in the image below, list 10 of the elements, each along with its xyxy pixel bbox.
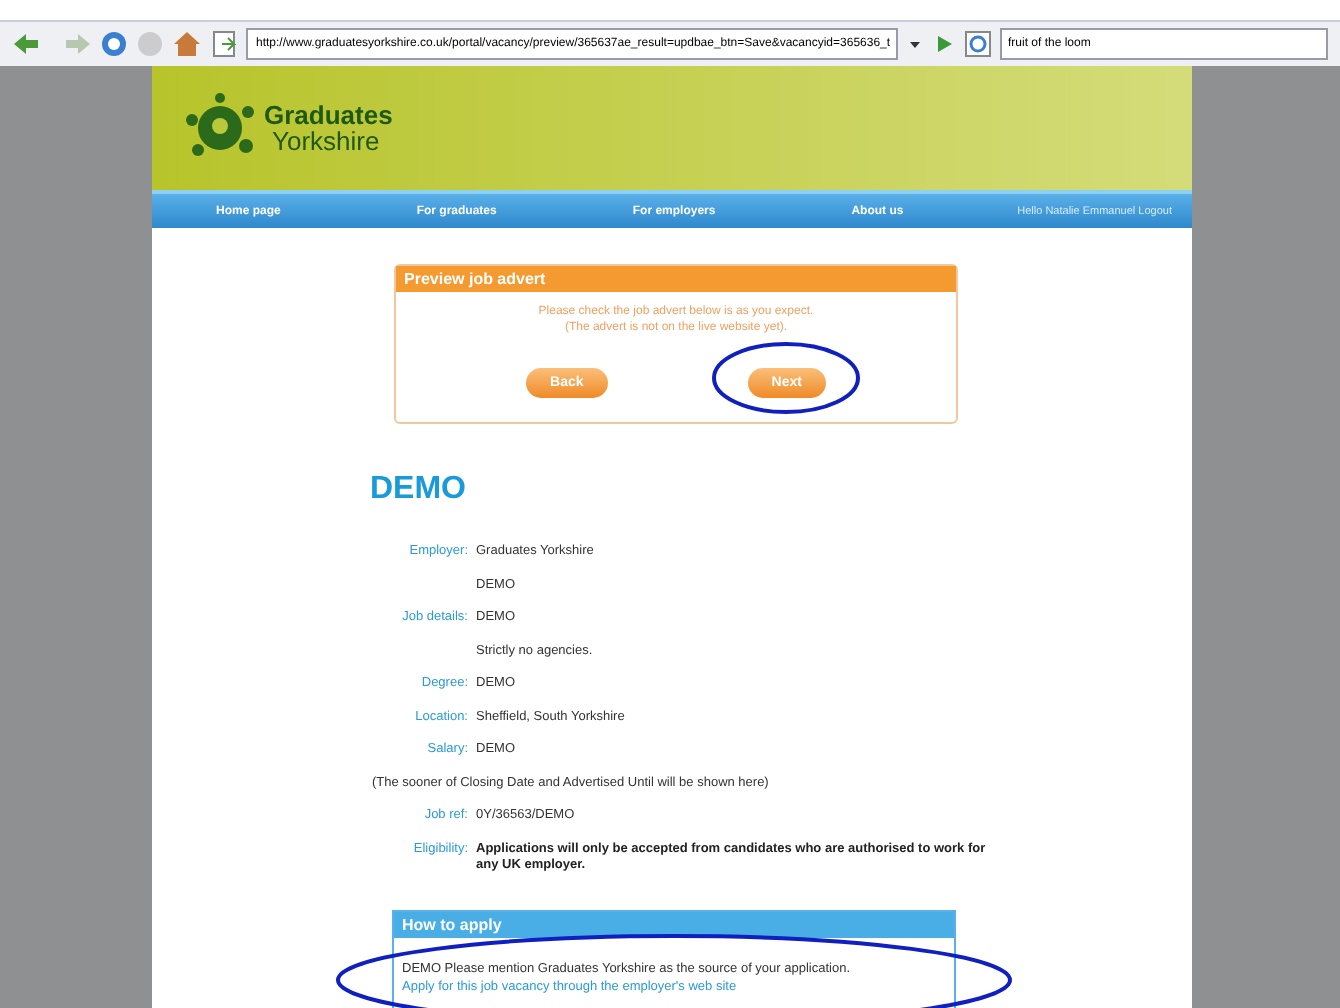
page-icon[interactable] bbox=[210, 30, 238, 58]
go-icon[interactable] bbox=[932, 32, 956, 56]
logo-text: Graduates bbox=[264, 102, 393, 128]
search-engine-icon[interactable] bbox=[964, 30, 992, 58]
panel-title: Preview job advert bbox=[396, 266, 956, 292]
logo-subtext: Yorkshire bbox=[270, 128, 382, 154]
refresh-icon[interactable] bbox=[100, 30, 128, 58]
job-title: DEMO bbox=[370, 472, 468, 508]
home-icon[interactable] bbox=[172, 30, 202, 58]
panel-title: How to apply bbox=[394, 911, 954, 937]
